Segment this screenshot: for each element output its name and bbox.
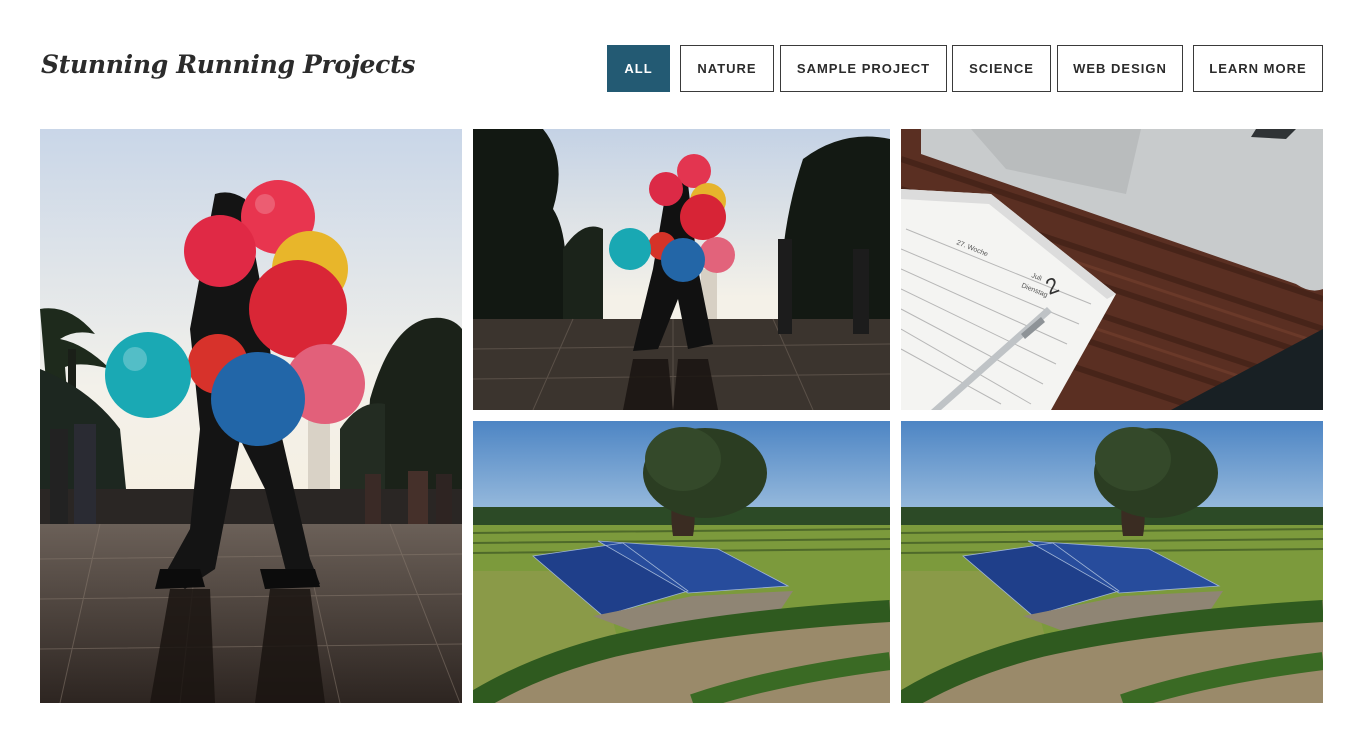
- planner-and-laptop-image: 2 Juli Dienstag 27. Woche: [901, 129, 1323, 410]
- filter-all-button[interactable]: ALL: [607, 45, 670, 92]
- filter-sample-project-button[interactable]: SAMPLE PROJECT: [780, 45, 947, 92]
- gallery-item-planner-and-laptop[interactable]: 2 Juli Dienstag 27. Woche: [901, 129, 1323, 410]
- filter-science-button[interactable]: SCIENCE: [952, 45, 1051, 92]
- gallery-item-solar-panels-vineyard[interactable]: [473, 421, 890, 703]
- balloon-vendor-image: [473, 129, 890, 410]
- filter-learn-more-button[interactable]: LEARN MORE: [1193, 45, 1323, 92]
- solar-panels-vineyard-image: [473, 421, 890, 703]
- filter-nature-button[interactable]: NATURE: [680, 45, 774, 92]
- gallery-item-solar-panels-vineyard-2[interactable]: [901, 421, 1323, 703]
- filter-web-design-button[interactable]: WEB DESIGN: [1057, 45, 1183, 92]
- balloon-vendor-image: [40, 129, 462, 703]
- gallery-item-balloon-vendor-large[interactable]: [40, 129, 462, 703]
- gallery-item-balloon-vendor[interactable]: [473, 129, 890, 410]
- portfolio-filter-bar: ALL NATURE SAMPLE PROJECT SCIENCE WEB DE…: [0, 45, 1364, 92]
- solar-panels-vineyard-image: [901, 421, 1323, 703]
